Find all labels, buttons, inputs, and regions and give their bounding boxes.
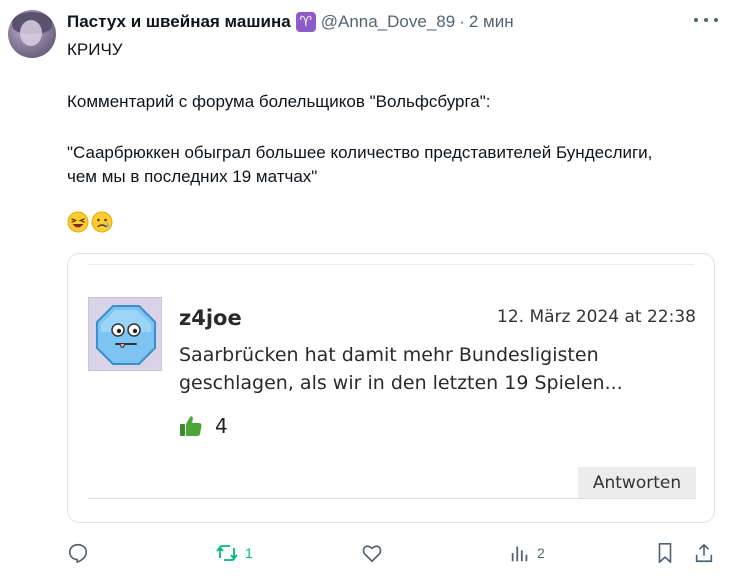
- bookmark-icon: [658, 543, 672, 563]
- laughing-face-icon: [67, 211, 89, 233]
- divider: [88, 264, 694, 265]
- emoji-row: [67, 211, 113, 233]
- forum-post-text-line: geschlagen, als wir in den letzten 19 Sp…: [179, 372, 623, 394]
- thumbs-up-icon[interactable]: [179, 415, 203, 437]
- forum-post-text-line: Saarbrücken hat damit mehr Bundesligiste…: [179, 344, 599, 366]
- author-name[interactable]: Пастух и швейная машина: [67, 12, 291, 32]
- analytics-icon: [511, 546, 528, 562]
- share-icon: [695, 543, 713, 563]
- tweet-time[interactable]: 2 мин: [469, 12, 514, 32]
- forum-avatar: [88, 297, 162, 371]
- retweet-icon: [216, 545, 238, 561]
- forum-likes: 4: [179, 414, 228, 438]
- retweet-count: 1: [245, 545, 253, 561]
- dot-icon: [694, 18, 698, 22]
- tweet-text-line: Комментарий с форума болельщиков "Вольфс…: [67, 92, 491, 111]
- divider: [88, 498, 696, 499]
- dot-icon: [704, 18, 708, 22]
- tweet-header: Пастух и швейная машина ♈ @Anna_Dove_89 …: [67, 10, 514, 34]
- tweet-text-line: чем мы в последних 19 матчах": [67, 167, 318, 186]
- like-action[interactable]: [361, 540, 389, 566]
- dot-icon: [714, 18, 718, 22]
- views-action[interactable]: 2: [509, 540, 545, 566]
- tweet-text-line: "Саарбрюккен обыграл большее количество …: [67, 143, 653, 162]
- crying-face-icon: [91, 211, 113, 233]
- share-action[interactable]: [693, 540, 715, 566]
- aries-sign-icon: ♈: [295, 12, 316, 32]
- quoted-forum-post[interactable]: z4joe 12. März 2024 at 22:38 Saarbrücken…: [67, 253, 715, 523]
- forum-post-date: 12. März 2024 at 22:38: [497, 307, 696, 327]
- reply-button[interactable]: Antworten: [578, 467, 696, 498]
- comment-icon: [68, 543, 88, 563]
- author-handle[interactable]: @Anna_Dove_89: [321, 12, 455, 32]
- separator-dot: ·: [459, 12, 465, 31]
- likes-count: 4: [215, 414, 228, 438]
- tweet-text-line: КРИЧУ: [67, 40, 123, 59]
- more-options-button[interactable]: [694, 10, 718, 30]
- forum-username[interactable]: z4joe: [179, 306, 242, 330]
- retweet-action[interactable]: 1: [215, 540, 253, 566]
- tweet-action-bar: 1 2: [67, 540, 717, 566]
- reply-action[interactable]: [67, 540, 95, 566]
- avatar[interactable]: [8, 10, 56, 58]
- robot-face-icon: [96, 305, 156, 365]
- views-count: 2: [537, 545, 545, 561]
- heart-icon: [362, 545, 382, 563]
- bookmark-action[interactable]: [655, 540, 675, 566]
